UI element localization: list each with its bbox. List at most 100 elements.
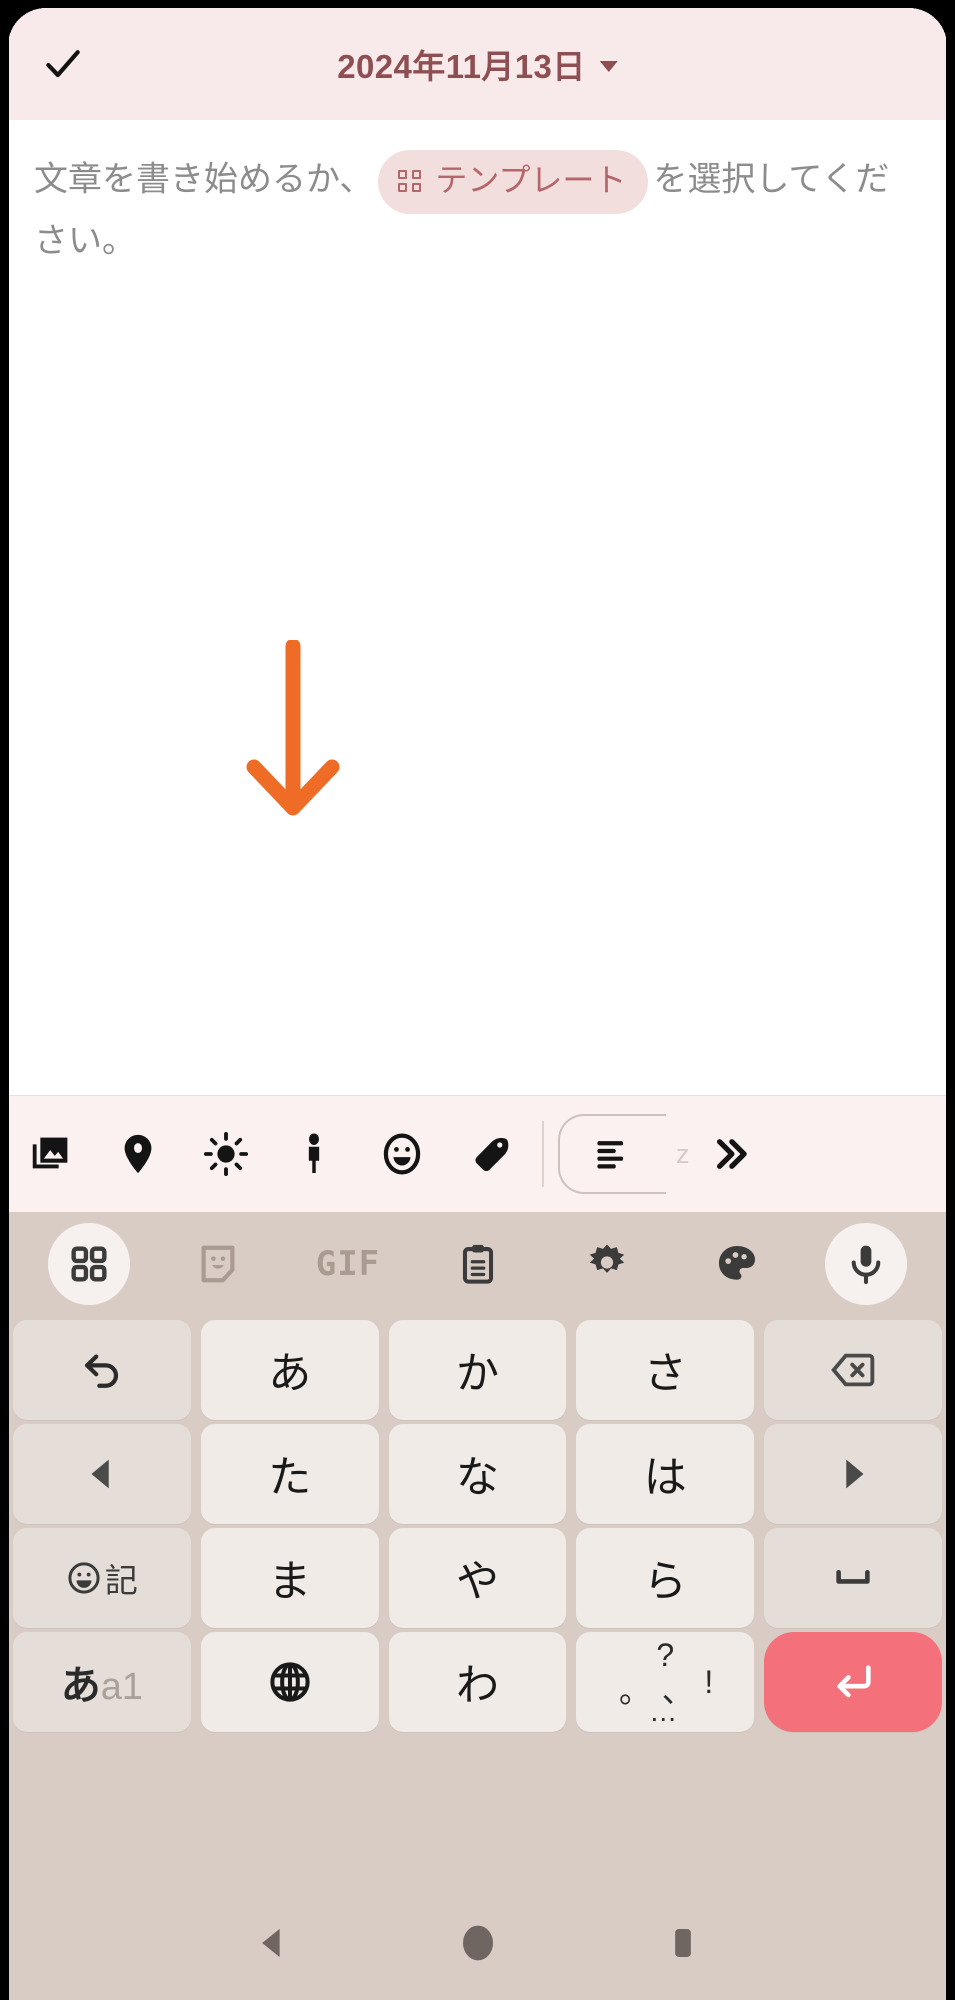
key-label: か: [455, 1350, 499, 1398]
space-icon: [836, 1569, 870, 1584]
key-wa-row[interactable]: わ: [388, 1632, 567, 1732]
key-emoji-symbol[interactable]: 記: [13, 1528, 191, 1628]
clipboard-icon: [462, 1244, 493, 1284]
key-label: な: [455, 1454, 499, 1502]
key-undo[interactable]: [13, 1320, 191, 1420]
phone-screen: 2024年11月13日 文章を書き始めるか、テンプレートを選択してください。: [0, 0, 955, 2000]
key-cursor-right[interactable]: [764, 1424, 942, 1524]
nav-recents-button[interactable]: [643, 1903, 723, 1983]
grid-icon: [398, 168, 423, 193]
triangle-back-icon: [261, 1928, 280, 1958]
insert-tag-button[interactable]: [446, 1110, 534, 1198]
device-frame-left: [0, 0, 9, 2000]
key-space[interactable]: [764, 1528, 942, 1628]
keyboard-row: あ a1 わ ? 。 、 ! …: [8, 1632, 947, 1732]
key-ra-row[interactable]: ら: [576, 1528, 755, 1628]
punctuation-group: ? 。 、 ! …: [576, 1632, 754, 1732]
sticker-icon: [201, 1245, 235, 1283]
keyboard-row: 記 ま や ら: [8, 1528, 947, 1628]
keyboard-key-rows: あ か さ た な は 記 ま や ら あ a1 わ ? 。 、 ! …: [0, 1316, 955, 1732]
toolbar-divider: [542, 1121, 544, 1187]
keyboard-row: た な は: [8, 1424, 947, 1524]
gif-label: GIF: [315, 1244, 381, 1284]
emoji-symbol-group: 記: [66, 1554, 138, 1602]
note-placeholder: 文章を書き始めるか、 テンプレート を選択してください。: [34, 150, 923, 269]
sun-icon: [203, 1131, 249, 1177]
keyboard-row: あ か さ: [8, 1320, 947, 1420]
key-ka-row[interactable]: か: [388, 1320, 567, 1420]
key-label: は: [643, 1454, 687, 1502]
text-align-button[interactable]: [558, 1114, 666, 1194]
page-title: 2024年11月13日: [337, 48, 586, 85]
key-globe[interactable]: [200, 1632, 379, 1732]
insert-person-button[interactable]: [270, 1110, 358, 1198]
key-a-row[interactable]: あ: [200, 1320, 379, 1420]
enter-arrow-icon: [837, 1665, 871, 1698]
nav-home-button[interactable]: [438, 1903, 518, 1983]
person-icon: [308, 1133, 320, 1173]
key-input-mode[interactable]: あ a1: [13, 1632, 191, 1732]
punct-ellipsis: …: [649, 1696, 682, 1727]
triangle-left-icon: [91, 1459, 109, 1489]
caret-down-icon: [599, 60, 618, 72]
keyboard-sticker-button[interactable]: [154, 1220, 284, 1308]
double-chevron-right-icon: [716, 1139, 747, 1169]
key-label-primary: あ: [60, 1664, 101, 1708]
template-chip-button[interactable]: テンプレート: [378, 150, 649, 214]
key-na-row[interactable]: な: [388, 1424, 567, 1524]
triangle-right-icon: [846, 1459, 864, 1489]
app-header: 2024年11月13日: [0, 8, 955, 120]
insert-weather-button[interactable]: [182, 1110, 270, 1198]
keyboard-theme-button[interactable]: [672, 1220, 802, 1308]
device-frame-top: [0, 0, 955, 8]
key-label: さ: [643, 1350, 687, 1398]
expand-toolbar-button[interactable]: [692, 1115, 770, 1193]
image-icon: [32, 1137, 68, 1169]
undo-icon: [84, 1354, 118, 1388]
nav-back-button[interactable]: [233, 1903, 313, 1983]
smiley-icon: [383, 1133, 421, 1175]
keyboard-gif-button[interactable]: GIF: [283, 1220, 413, 1308]
keyboard-settings-button[interactable]: [542, 1220, 672, 1308]
backspace-icon: [831, 1353, 875, 1387]
keyboard-toolbar: GIF: [0, 1212, 955, 1316]
globe-icon: [270, 1662, 310, 1702]
circle-home-icon: [462, 1925, 493, 1961]
grid-four-icon: [71, 1246, 107, 1282]
android-navigation-bar: [0, 1886, 955, 2000]
key-ya-row[interactable]: や: [388, 1528, 567, 1628]
format-toolbar-right: z: [558, 1114, 770, 1194]
key-sa-row[interactable]: さ: [576, 1320, 755, 1420]
punct-maru: 。: [619, 1673, 652, 1709]
punct-exclam: !: [704, 1664, 714, 1700]
key-backspace[interactable]: [764, 1320, 942, 1420]
smiley-icon: [68, 1562, 100, 1594]
template-chip-label: テンプレート: [435, 162, 627, 198]
keyboard-voice-button[interactable]: [801, 1220, 931, 1308]
key-ma-row[interactable]: ま: [200, 1528, 379, 1628]
date-selector[interactable]: 2024年11月13日: [337, 40, 618, 88]
palette-icon: [718, 1245, 755, 1280]
insert-image-button[interactable]: [6, 1110, 94, 1198]
note-editor-area[interactable]: 文章を書き始めるか、 テンプレート を選択してください。: [0, 120, 955, 880]
key-enter[interactable]: [764, 1632, 942, 1732]
format-toolbar-items: [0, 1110, 534, 1198]
keyboard-apps-button[interactable]: [24, 1220, 154, 1308]
key-label: わ: [455, 1662, 499, 1710]
input-mode-group: あ a1: [61, 1653, 143, 1711]
format-toolbar: z: [0, 1095, 955, 1212]
microphone-icon: [851, 1245, 881, 1285]
insert-mood-button[interactable]: [358, 1110, 446, 1198]
key-punctuation[interactable]: ? 。 、 ! …: [576, 1632, 755, 1732]
device-corner-top-right: [909, 0, 955, 46]
device-frame-right: [946, 0, 955, 2000]
keyboard-clipboard-button[interactable]: [413, 1220, 543, 1308]
key-cursor-left[interactable]: [13, 1424, 191, 1524]
insert-location-button[interactable]: [94, 1110, 182, 1198]
key-label: や: [455, 1558, 499, 1606]
tag-icon: [475, 1137, 509, 1172]
key-ha-row[interactable]: は: [576, 1424, 755, 1524]
key-ta-row[interactable]: た: [200, 1424, 379, 1524]
location-pin-icon: [124, 1134, 152, 1174]
square-recents-icon: [674, 1929, 691, 1957]
